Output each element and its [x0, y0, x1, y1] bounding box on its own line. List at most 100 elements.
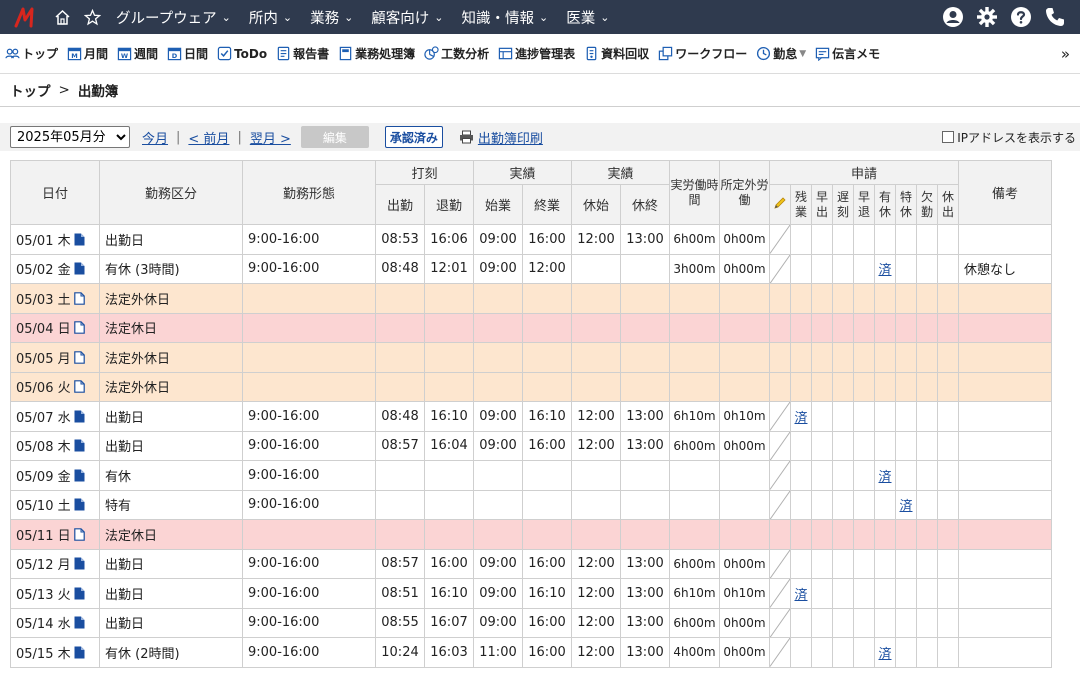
document-icon[interactable]	[74, 557, 85, 570]
nav-menu-item[interactable]: 医業 ⌄	[566, 7, 609, 28]
table-row[interactable]: 05/06 火 法定外休日	[10, 371, 1052, 402]
edit-cell[interactable]	[769, 401, 791, 432]
user-icon[interactable]	[936, 0, 970, 34]
toolbar-item[interactable]: 進捗管理表	[497, 45, 575, 62]
table-row[interactable]: 05/15 木 有休 (2時間) 9:00-16:00 10:24 16:03 11:00…	[10, 637, 1052, 668]
document-icon[interactable]	[73, 380, 85, 394]
edit-cell[interactable]	[769, 607, 791, 638]
nav-menu-item[interactable]: 知識・情報 ⌄	[462, 7, 549, 28]
request-cell[interactable]: 済	[790, 401, 812, 432]
edit-cell[interactable]	[769, 460, 791, 491]
edit-button[interactable]: 編集	[300, 126, 369, 148]
request-cell[interactable]: 済	[790, 578, 812, 609]
date-cell[interactable]: 05/04 日	[10, 312, 100, 343]
table-row[interactable]: 05/01 木 出勤日 9:00-16:00 08:53 16:06 09:00 16:00…	[10, 224, 1052, 255]
date-cell[interactable]: 05/03 土	[10, 283, 100, 314]
phone-icon[interactable]	[1038, 0, 1072, 34]
toolbar-item[interactable]: 伝言メモ	[814, 45, 880, 62]
this-month-link[interactable]: 今月	[142, 128, 168, 147]
toolbar-item[interactable]: 工数分析	[423, 45, 489, 62]
prev-month-link[interactable]: < 前月	[188, 128, 229, 147]
toolbar-item[interactable]: ToDo	[216, 46, 267, 62]
toolbar-item[interactable]: 業務処理簿	[337, 45, 415, 62]
document-icon[interactable]	[73, 321, 85, 335]
pencil-icon[interactable]	[769, 184, 791, 225]
nav-menu-item[interactable]: 業務 ⌄	[310, 7, 353, 28]
document-icon[interactable]	[74, 233, 85, 246]
table-row[interactable]: 05/13 火出勤日 9:00-16:00 08:51 16:10 09:00 16:10…	[10, 578, 1052, 609]
toolbar-item[interactable]: 勤怠 ▼	[755, 45, 806, 62]
document-icon[interactable]	[74, 616, 85, 629]
date-cell[interactable]: 05/01 木	[10, 224, 100, 255]
help-icon[interactable]	[1004, 0, 1038, 34]
document-icon[interactable]	[74, 410, 85, 423]
month-select[interactable]: 2025年05月分	[10, 126, 130, 148]
more-icon[interactable]: »	[1061, 34, 1070, 74]
toolbar-item[interactable]: W 週間	[116, 45, 158, 62]
date-cell[interactable]: 05/15 木	[10, 637, 100, 668]
date-cell[interactable]: 05/12 月	[10, 548, 100, 579]
toolbar-item[interactable]: M 月間	[66, 45, 108, 62]
toolbar-item[interactable]: トップ	[4, 45, 58, 62]
table-row[interactable]: 05/07 水出勤日 9:00-16:00 08:48 16:10 09:00 16:10…	[10, 401, 1052, 432]
next-month-link[interactable]: 翌月 >	[250, 128, 291, 147]
date-cell[interactable]: 05/07 水	[10, 401, 100, 432]
table-row[interactable]: 05/14 水 出勤日 9:00-16:00 08:55 16:07 09:00 16:00…	[10, 607, 1052, 638]
table-row[interactable]: 05/10 土 特有 9:00-16:00 済	[10, 489, 1052, 520]
date-cell[interactable]: 05/10 土	[10, 489, 100, 520]
document-icon[interactable]	[74, 469, 85, 482]
date-cell[interactable]: 05/13 火	[10, 578, 100, 609]
approved-mark[interactable]: 済	[899, 499, 912, 514]
document-icon[interactable]	[73, 350, 85, 364]
table-row[interactable]: 05/08 木 出勤日 9:00-16:00 08:57 16:04 09:00 16:00…	[10, 430, 1052, 461]
table-row[interactable]: 05/03 土 法定外休日	[10, 283, 1052, 314]
date-cell[interactable]: 05/09 金	[10, 460, 100, 491]
toolbar-item[interactable]: 報告書	[275, 45, 329, 62]
date-cell[interactable]: 05/06 火	[10, 371, 100, 402]
table-row[interactable]: 05/05 月 法定外休日	[10, 342, 1052, 373]
document-icon[interactable]	[74, 439, 85, 452]
edit-cell[interactable]	[769, 637, 791, 668]
breadcrumb-home[interactable]: トップ	[10, 80, 51, 100]
star-icon[interactable]	[80, 8, 104, 26]
document-icon[interactable]	[73, 291, 85, 305]
edit-cell[interactable]	[769, 489, 791, 520]
table-row[interactable]: 05/12 月出勤日 9:00-16:00 08:57 16:00 09:00 16:00…	[10, 548, 1052, 579]
edit-cell[interactable]	[769, 548, 791, 579]
approved-mark[interactable]: 済	[878, 263, 891, 278]
ip-address-toggle[interactable]: IPアドレスを表示する	[942, 123, 1076, 151]
request-cell[interactable]: 済	[874, 637, 896, 668]
edit-cell[interactable]	[769, 253, 791, 284]
approved-mark[interactable]: 済	[794, 588, 807, 603]
printer-icon[interactable]	[459, 130, 474, 144]
document-icon[interactable]	[73, 527, 85, 541]
request-cell[interactable]: 済	[874, 253, 896, 284]
date-cell[interactable]: 05/14 水	[10, 607, 100, 638]
edit-cell[interactable]	[769, 578, 791, 609]
home-icon[interactable]	[50, 9, 74, 26]
toolbar-item[interactable]: ワークフロー	[657, 45, 747, 62]
approved-mark[interactable]: 済	[878, 647, 891, 662]
table-row[interactable]: 05/02 金 有休 (3時間) 9:00-16:00 08:48 12:01 09:00…	[10, 253, 1052, 284]
table-row[interactable]: 05/09 金 有休 9:00-16:00 済	[10, 460, 1052, 491]
date-cell[interactable]: 05/05 月	[10, 342, 100, 373]
request-cell[interactable]: 済	[874, 460, 896, 491]
document-icon[interactable]	[74, 498, 85, 511]
date-cell[interactable]: 05/11 日	[10, 519, 100, 550]
toolbar-item[interactable]: 資料回収	[583, 45, 649, 62]
document-icon[interactable]	[74, 262, 85, 275]
logo-icon[interactable]	[10, 0, 44, 34]
approved-mark[interactable]: 済	[794, 411, 807, 426]
ip-checkbox[interactable]	[942, 131, 955, 143]
nav-menu-item[interactable]: グループウェア ⌄	[116, 7, 231, 28]
approved-mark[interactable]: 済	[878, 470, 891, 485]
date-cell[interactable]: 05/08 木	[10, 430, 100, 461]
table-row[interactable]: 05/11 日 法定休日	[10, 519, 1052, 550]
gear-icon[interactable]	[970, 0, 1004, 34]
document-icon[interactable]	[74, 646, 85, 659]
edit-cell[interactable]	[769, 224, 791, 255]
request-cell[interactable]: 済	[895, 489, 917, 520]
caret-down-icon[interactable]: ▼	[799, 49, 806, 59]
date-cell[interactable]: 05/02 金	[10, 253, 100, 284]
nav-menu-item[interactable]: 顧客向け ⌄	[371, 7, 443, 28]
